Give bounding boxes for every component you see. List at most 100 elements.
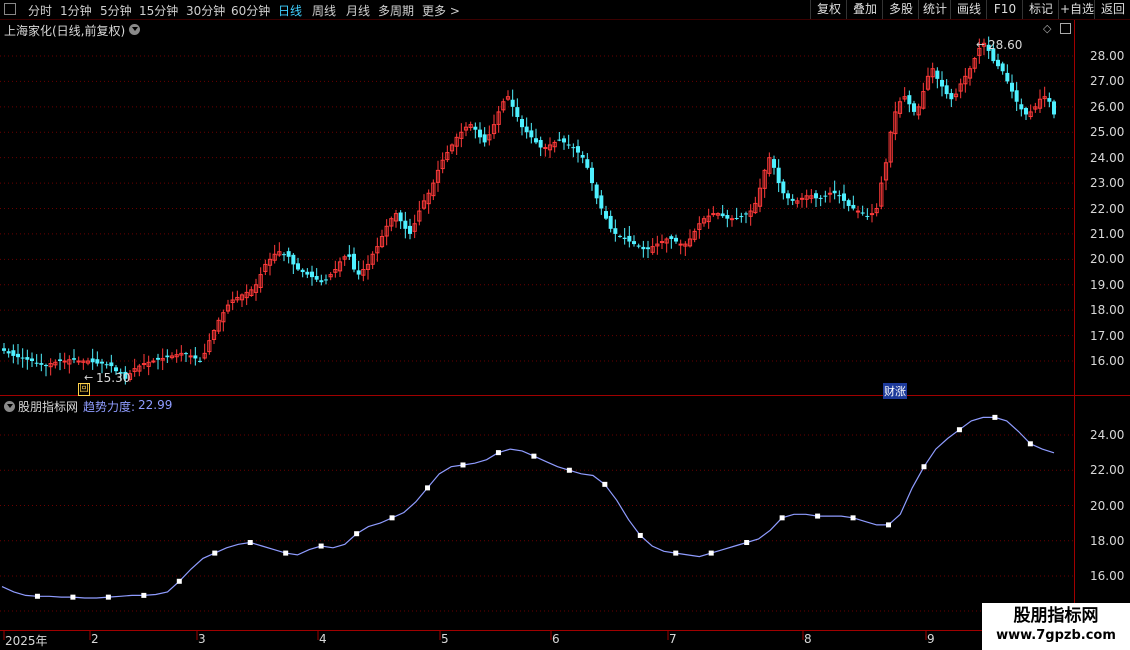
candle-body [478,129,482,138]
candle-body [39,363,44,365]
event-badge[interactable]: 财涨 [883,383,907,399]
watermark: 股朋指标网 www.7gpzb.com [982,603,1130,650]
main-y-tick: 19.00 [1090,277,1125,292]
candle-body [996,59,1000,67]
candle-body [641,246,646,250]
diamond-icon[interactable]: ◇ [1043,22,1051,35]
candle-body [646,247,650,250]
candle-body [776,167,781,184]
indicator-series-label: 趋势力度: [83,400,136,414]
main-y-tick: 22.00 [1090,201,1125,216]
candle-body [814,193,818,199]
candle-body [1019,104,1024,110]
candle-body [34,362,39,364]
high-arrow-icon: ← [976,38,986,51]
trend-marker [460,462,466,468]
candle-body [62,360,67,363]
candle-body [286,251,291,257]
candle-body [944,85,949,95]
candle-body [613,228,618,234]
low-marker-badge[interactable]: 回 [78,383,90,396]
indicator-y-tick: 18.00 [1090,533,1125,548]
trend-marker [1027,441,1033,447]
trend-marker [779,515,785,521]
candle-body [529,130,534,138]
trend-strength-line [1,416,1055,599]
candle-body [790,198,795,201]
candle-body [729,218,735,221]
candle-body [608,215,613,229]
candle-body [855,210,861,213]
candle-body [296,263,300,270]
candle-body [865,215,870,217]
indicator-y-tick: 20.00 [1090,498,1125,513]
candle-body [772,159,776,168]
trend-marker [70,594,76,600]
trend-marker [141,592,147,598]
trend-marker [566,467,572,473]
candle-body [818,197,823,199]
candle-body [524,126,529,133]
candle-body [622,237,627,239]
trend-marker [886,522,892,528]
watermark-url: www.7gpzb.com [996,628,1116,643]
candle-body [300,269,305,273]
candle-body [1010,82,1014,92]
candle-body [566,144,571,146]
main-y-tick: 21.00 [1090,226,1125,241]
indicator-dropdown-icon[interactable] [4,401,15,412]
candle-body [786,193,790,199]
candle-body [632,241,636,245]
candle-body [534,138,538,143]
x-axis-label: 2 [91,632,99,646]
trend-marker [212,550,218,556]
candle-body [403,220,408,229]
candle-body [627,235,632,242]
candle-body [912,103,916,112]
candle-body [678,243,683,246]
trend-marker [495,450,501,456]
candle-body [25,357,30,360]
candle-body [319,280,324,283]
candle-body [156,357,160,360]
candle-body [594,184,599,199]
chart-canvas[interactable] [0,0,1130,650]
candle-body [949,93,954,100]
candle-body [1014,90,1019,102]
candle-body [846,200,851,206]
candle-body [1000,63,1005,72]
candle-body [408,225,412,234]
main-panel-title: 上海家化(日线,前复权) [4,24,126,38]
main-y-tick: 24.00 [1090,150,1125,165]
candle-body [720,213,725,217]
candle-body [324,279,328,281]
candle-body [669,236,674,239]
trend-marker [602,481,608,487]
high-price-label: 28.60 [988,38,1023,52]
candle-body [515,107,520,117]
trend-marker [956,427,962,433]
trend-marker [992,414,998,420]
candle-body [1052,101,1056,115]
candle-body [557,139,562,141]
candle-body [580,154,585,158]
trend-marker [531,453,537,459]
main-y-tick: 26.00 [1090,99,1125,114]
indicator-y-tick: 24.00 [1090,428,1125,442]
main-y-tick: 16.00 [1090,354,1125,368]
candle-body [347,254,352,257]
candle-body [571,147,576,149]
trend-marker [673,550,679,556]
panel-dropdown-icon[interactable] [129,24,140,35]
candle-body [940,79,944,87]
candle-body [109,362,114,367]
main-y-tick: 27.00 [1090,74,1125,89]
panel-maximize-icon[interactable] [1060,23,1071,34]
indicator-y-tick: 16.00 [1090,569,1125,583]
candle-body [20,357,25,359]
candle-body [935,70,940,79]
candle-body [562,138,566,143]
watermark-title: 股朋指标网 [1013,606,1099,626]
candle-body [188,355,193,358]
candle-body [520,119,524,128]
